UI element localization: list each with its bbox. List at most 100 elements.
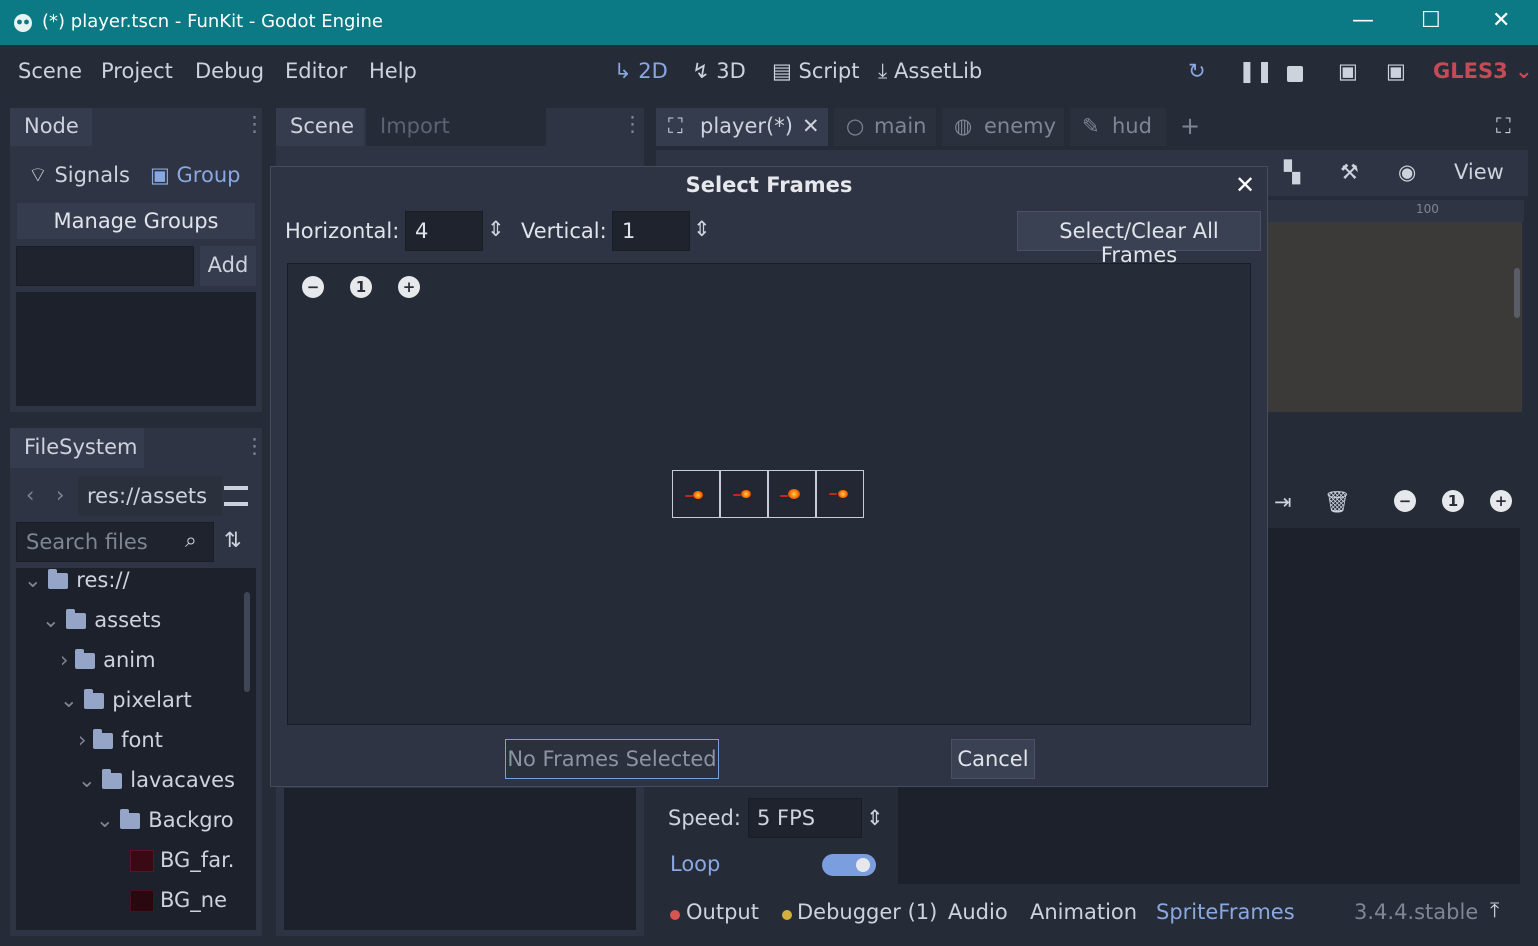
- stop-icon[interactable]: [1287, 66, 1303, 82]
- kebab-menu-icon[interactable]: ⋮: [244, 112, 265, 136]
- sort-icon[interactable]: ⇅: [224, 528, 242, 552]
- add-tab-icon[interactable]: +: [1180, 112, 1200, 140]
- download-icon: ⤓: [878, 59, 888, 83]
- zoom-out-icon[interactable]: −: [1394, 490, 1416, 512]
- tab-scene[interactable]: Scene: [276, 108, 364, 146]
- horizontal-spinbox[interactable]: 4: [405, 211, 483, 251]
- expand-panel-icon[interactable]: ⤒: [1490, 898, 1499, 923]
- tree-item[interactable]: ⌄ pixelart: [60, 688, 192, 712]
- group-tab[interactable]: ▣ Group: [150, 163, 240, 187]
- script-icon: ▤: [772, 59, 792, 83]
- tab-import[interactable]: Import: [366, 108, 546, 146]
- group-name-input[interactable]: [16, 246, 194, 286]
- image-thumbnail-icon: [130, 890, 154, 912]
- add-group-button[interactable]: Add: [200, 246, 256, 286]
- camera-icon[interactable]: ◉: [1398, 160, 1416, 184]
- manage-groups-button[interactable]: Manage Groups: [16, 202, 256, 240]
- tree-item[interactable]: › font: [78, 728, 163, 752]
- kebab-menu-icon[interactable]: ⋮: [244, 434, 265, 458]
- fullscreen-icon[interactable]: ⛶: [1496, 114, 1511, 139]
- animation-tab[interactable]: Animation: [1030, 900, 1137, 924]
- close-tab-icon[interactable]: ✕: [802, 114, 820, 138]
- tab-enemy[interactable]: ◍ enemy: [942, 108, 1064, 146]
- close-window-button[interactable]: ✕: [1492, 8, 1510, 33]
- mode-2d[interactable]: ↳ 2D: [614, 59, 668, 83]
- forward-icon[interactable]: ›: [56, 483, 64, 507]
- path-field[interactable]: res://assets: [78, 476, 222, 516]
- tree-item[interactable]: BG_ne: [130, 888, 227, 912]
- signals-tab[interactable]: ⌔ Signals: [28, 163, 130, 189]
- speed-label: Speed:: [668, 806, 741, 830]
- frame-cell[interactable]: [816, 470, 864, 518]
- frame-cell[interactable]: [720, 470, 768, 518]
- filesystem-panel: FileSystem ⋮ ‹ › res://assets Search fil…: [10, 428, 265, 936]
- frame-cell[interactable]: [768, 470, 816, 518]
- cancel-button[interactable]: Cancel: [951, 739, 1035, 779]
- vertical-spinbox[interactable]: 1: [612, 211, 690, 251]
- menu-editor[interactable]: Editor: [285, 59, 347, 83]
- zoom-reset-icon[interactable]: 1: [1442, 490, 1464, 512]
- zoom-reset-icon[interactable]: 1: [350, 276, 372, 298]
- dialog-close-button[interactable]: ✕: [1235, 171, 1255, 199]
- tree-item[interactable]: ⌄ lavacaves: [78, 768, 235, 792]
- add-frames-button[interactable]: No Frames Selected: [505, 739, 719, 779]
- view-menu[interactable]: View: [1454, 160, 1504, 184]
- zoom-out-icon[interactable]: −: [302, 276, 324, 298]
- zoom-in-icon[interactable]: +: [1490, 490, 1512, 512]
- tree-item[interactable]: ⌄ res://: [24, 568, 130, 592]
- tab-node[interactable]: Node: [10, 108, 92, 146]
- speed-field[interactable]: 5 FPS: [748, 798, 862, 838]
- kebab-menu-icon[interactable]: ⋮: [622, 112, 643, 136]
- menu-help[interactable]: Help: [369, 59, 417, 83]
- menu-debug[interactable]: Debug: [195, 59, 264, 83]
- tree-scrollbar[interactable]: [244, 592, 250, 692]
- spin-icon[interactable]: ⇕: [866, 806, 884, 830]
- menu-project[interactable]: Project: [101, 59, 173, 83]
- search-files-input[interactable]: Search files ⌕: [16, 522, 214, 562]
- output-tab[interactable]: Output: [686, 900, 759, 924]
- horizontal-spin-icon[interactable]: ⇕: [487, 217, 505, 241]
- select-clear-all-button[interactable]: Select/Clear All Frames: [1017, 211, 1261, 267]
- tab-filesystem[interactable]: FileSystem: [10, 428, 144, 468]
- maximize-button[interactable]: ☐: [1421, 8, 1441, 33]
- tree-item[interactable]: ⌄ Backgro: [96, 808, 234, 832]
- renderer-select[interactable]: GLES3 ⌄: [1433, 59, 1533, 83]
- zoom-in-icon[interactable]: +: [398, 276, 420, 298]
- delete-icon[interactable]: 🗑: [1324, 490, 1351, 515]
- bone-icon[interactable]: ⚒: [1340, 160, 1359, 184]
- viewport-scrollbar[interactable]: [1514, 268, 1520, 318]
- fireball-sprite: [838, 490, 848, 498]
- warning-dot-icon: [782, 910, 792, 920]
- folder-icon: [66, 609, 87, 629]
- tree-item[interactable]: ⌄ assets: [42, 608, 161, 632]
- mode-assetlib[interactable]: ⤓ AssetLib: [878, 59, 982, 84]
- reload-icon[interactable]: ↻: [1188, 59, 1206, 83]
- loop-toggle[interactable]: [822, 854, 876, 876]
- audio-tab[interactable]: Audio: [948, 900, 1008, 924]
- snap-icon[interactable]: ▚: [1284, 160, 1300, 184]
- tab-main[interactable]: ○ main: [834, 108, 936, 146]
- mode-script[interactable]: ▤ Script: [772, 59, 859, 83]
- minimize-button[interactable]: —: [1352, 8, 1374, 33]
- menu-scene[interactable]: Scene: [18, 59, 82, 83]
- tree-item[interactable]: › anim: [60, 648, 156, 672]
- move-frame-icon[interactable]: ⇥: [1274, 490, 1292, 514]
- canvas-viewport[interactable]: [1268, 222, 1522, 412]
- tree-item[interactable]: BG_far.: [130, 848, 234, 872]
- globe-icon: ◍: [954, 114, 973, 138]
- pause-icon[interactable]: ❚❚: [1238, 59, 1273, 83]
- fireball-sprite: [693, 491, 703, 499]
- mode-3d[interactable]: ↯ 3D: [692, 59, 746, 83]
- play-custom-icon[interactable]: ▣: [1386, 59, 1406, 83]
- play-scene-icon[interactable]: ▣: [1338, 59, 1358, 83]
- group-list: [16, 292, 256, 406]
- split-view-icon[interactable]: [224, 486, 248, 506]
- tab-hud[interactable]: ✎ hud: [1070, 108, 1166, 146]
- tab-player[interactable]: ⛶ player(*) ✕: [656, 108, 828, 146]
- debugger-tab[interactable]: Debugger (1): [797, 900, 937, 924]
- vertical-spin-icon[interactable]: ⇕: [693, 217, 711, 241]
- frame-cell[interactable]: [672, 470, 720, 518]
- back-icon[interactable]: ‹: [26, 483, 34, 507]
- select-frames-dialog: Select Frames ✕ Horizontal: 4 ⇕ Vertical…: [270, 166, 1268, 787]
- spriteframes-tab[interactable]: SpriteFrames: [1156, 900, 1295, 924]
